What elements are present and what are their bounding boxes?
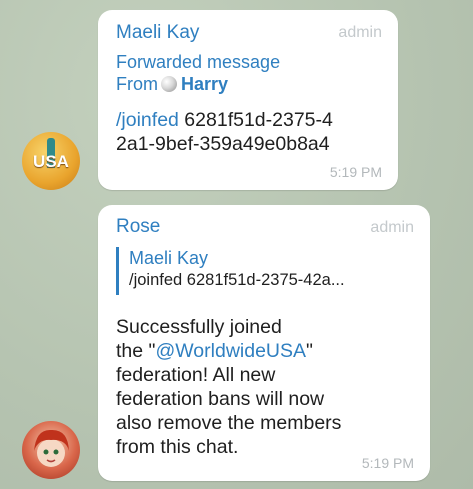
message-line-4: federation bans will now xyxy=(116,388,325,410)
sender-name[interactable]: Rose xyxy=(116,216,160,238)
user-avatar-icon xyxy=(161,76,177,92)
message-line-3: federation! All new xyxy=(116,364,276,386)
reply-text: /joinfed 6281f51d-2375-42a... xyxy=(129,271,345,289)
command-arg: 6281f51d-2375-4 xyxy=(178,109,333,131)
message-bubble[interactable]: Rose admin Maeli Kay /joinfed 6281f51d-2… xyxy=(98,205,430,481)
character-portrait-icon xyxy=(34,429,69,467)
message-line-5: also remove the members xyxy=(116,412,342,434)
reply-quote[interactable]: Maeli Kay /joinfed 6281f51d-2375-42a... xyxy=(116,247,425,295)
line-prefix: the " xyxy=(116,340,156,362)
sender-avatar-rose[interactable] xyxy=(22,421,80,479)
message-time: 5:19 PM xyxy=(361,455,414,471)
message-line-6: from this chat. xyxy=(116,436,239,458)
avatar-label: USA xyxy=(33,152,69,171)
channel-mention-link[interactable]: @WorldwideUSA xyxy=(155,340,306,362)
line-suffix: " xyxy=(306,340,313,362)
message-time: 5:19 PM xyxy=(329,164,382,180)
sender-avatar-usa[interactable]: USA xyxy=(22,132,80,190)
message-line-2: the "@WorldwideUSA" xyxy=(116,339,313,363)
role-badge: admin xyxy=(370,219,414,236)
message-line-1: Successfully joined xyxy=(116,316,282,338)
role-badge: admin xyxy=(338,24,382,41)
from-prefix: From xyxy=(116,74,158,94)
message-bubble[interactable]: Maeli Kay admin Forwarded message From Ha… xyxy=(98,10,398,190)
sender-name[interactable]: Maeli Kay xyxy=(116,22,199,44)
forwarded-label: Forwarded message xyxy=(116,52,281,72)
reply-sender: Maeli Kay xyxy=(129,248,209,268)
message-line-1: /joinfed 6281f51d-2375-4 xyxy=(116,108,333,132)
forwarded-from[interactable]: From Harry xyxy=(116,73,228,95)
from-name[interactable]: Harry xyxy=(181,74,228,94)
message-line-2: 2a1-9bef-359a49e0b8a4 xyxy=(116,133,330,155)
bot-command[interactable]: /joinfed xyxy=(116,109,179,131)
